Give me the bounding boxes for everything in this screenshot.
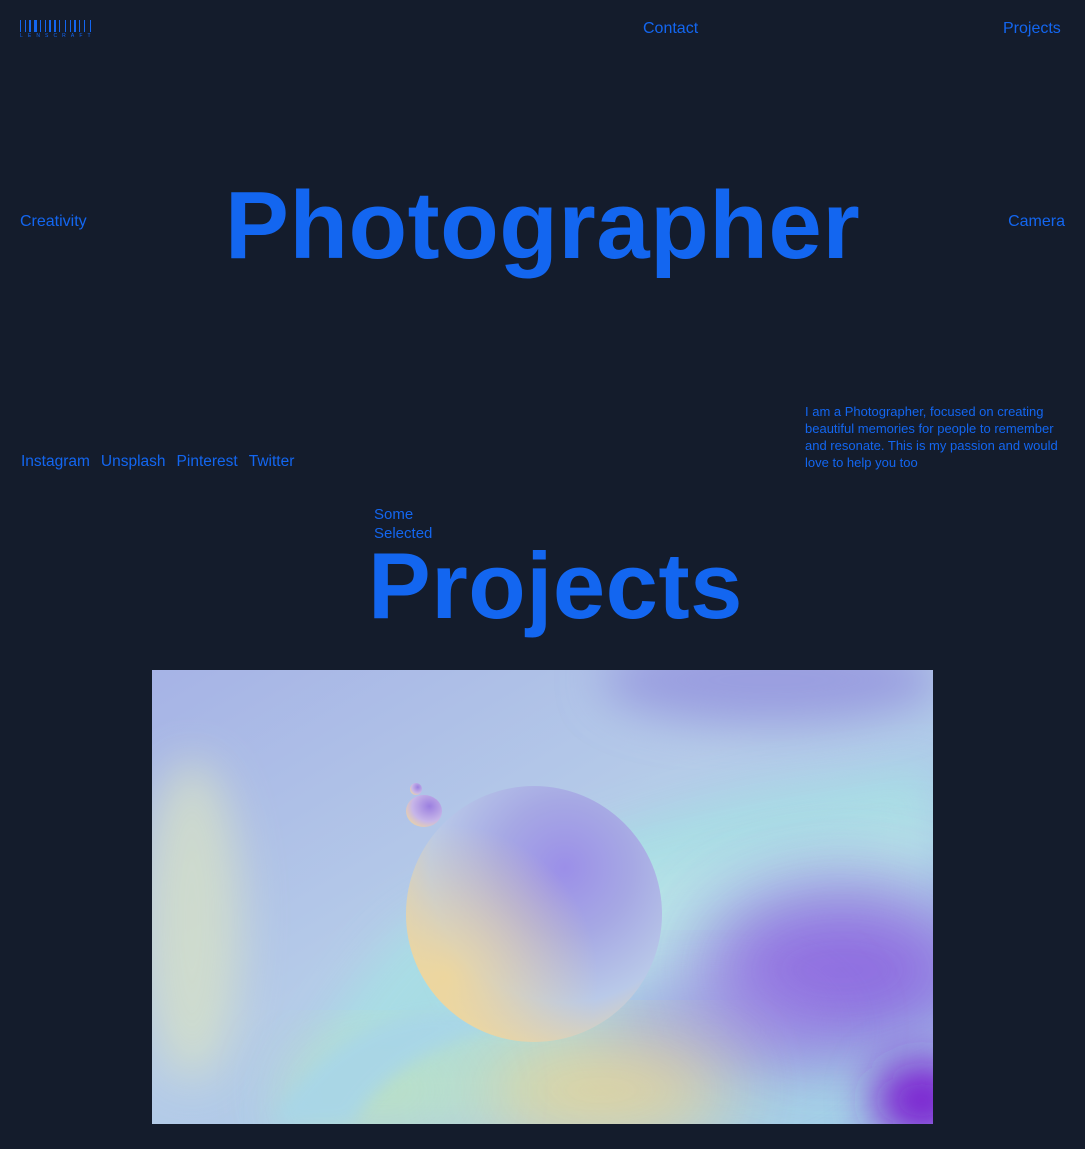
- projects-title: Projects: [368, 533, 743, 638]
- projects-kicker-line1: Some: [374, 506, 414, 523]
- social-link-pinterest[interactable]: Pinterest: [177, 452, 238, 472]
- hero-right-word: Camera: [1008, 213, 1065, 230]
- page: LENSCRAFT Contact Projects Creativity Ph…: [0, 0, 1085, 1149]
- social-link-twitter[interactable]: Twitter: [249, 452, 295, 472]
- logo[interactable]: LENSCRAFT: [20, 20, 106, 40]
- social-links: Instagram Unsplash Pinterest Twitter: [21, 452, 294, 472]
- nav-contact-link[interactable]: Contact: [643, 19, 698, 39]
- social-link-instagram[interactable]: Instagram: [21, 452, 90, 472]
- hero-title: Photographer: [224, 172, 861, 279]
- social-link-unsplash[interactable]: Unsplash: [101, 452, 166, 472]
- project-image[interactable]: [152, 670, 933, 1124]
- abstract-sphere-image: [152, 670, 933, 1124]
- nav-projects-link[interactable]: Projects: [1003, 19, 1061, 39]
- logo-text: LENSCRAFT: [20, 33, 96, 39]
- barcode-logo-icon: [20, 20, 91, 32]
- bio-text: I am a Photographer, focused on creating…: [805, 404, 1058, 470]
